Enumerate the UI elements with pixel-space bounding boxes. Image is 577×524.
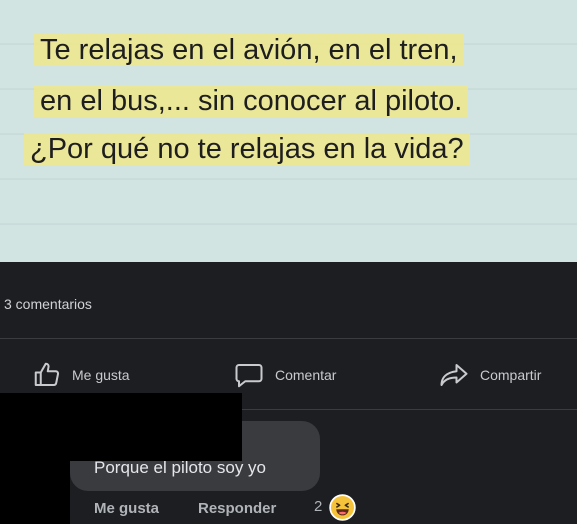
like-label: Me gusta: [72, 367, 130, 383]
share-label: Compartir: [480, 367, 542, 383]
quote-line-2-text: en el bus,... sin conocer al piloto.: [34, 85, 469, 117]
quote-line-2: en el bus,... sin conocer al piloto.: [34, 83, 469, 119]
comment-like-link[interactable]: Me gusta: [94, 500, 159, 517]
share-button[interactable]: Compartir: [438, 360, 541, 390]
quote-line-1: Te relajas en el avión, en el tren,: [34, 32, 464, 68]
quote-image: Te relajas en el avión, en el tren, en e…: [0, 0, 577, 262]
comments-count-link[interactable]: 3 comentarios: [4, 296, 92, 312]
comment-button[interactable]: Comentar: [233, 360, 336, 390]
quote-line-3: ¿Por qué no te relajas en la vida?: [24, 131, 470, 167]
comment-text: Porque el piloto soy yo: [94, 458, 266, 477]
comment-reply-link[interactable]: Responder: [198, 500, 276, 517]
redaction-box: [0, 393, 242, 461]
reaction-count[interactable]: 2: [314, 498, 322, 515]
quote-line-3-text: ¿Por qué no te relajas en la vida?: [24, 133, 470, 165]
laughing-emoji-icon[interactable]: [329, 494, 356, 521]
speech-bubble-icon: [235, 364, 263, 388]
like-button[interactable]: Me gusta: [32, 360, 130, 390]
redaction-box-avatar: [0, 461, 70, 524]
comment-label: Comentar: [275, 367, 337, 383]
thumbs-up-icon: [34, 362, 60, 386]
quote-line-1-text: Te relajas en el avión, en el tren,: [34, 34, 464, 66]
divider: [0, 338, 577, 339]
share-arrow-icon: [440, 364, 468, 386]
